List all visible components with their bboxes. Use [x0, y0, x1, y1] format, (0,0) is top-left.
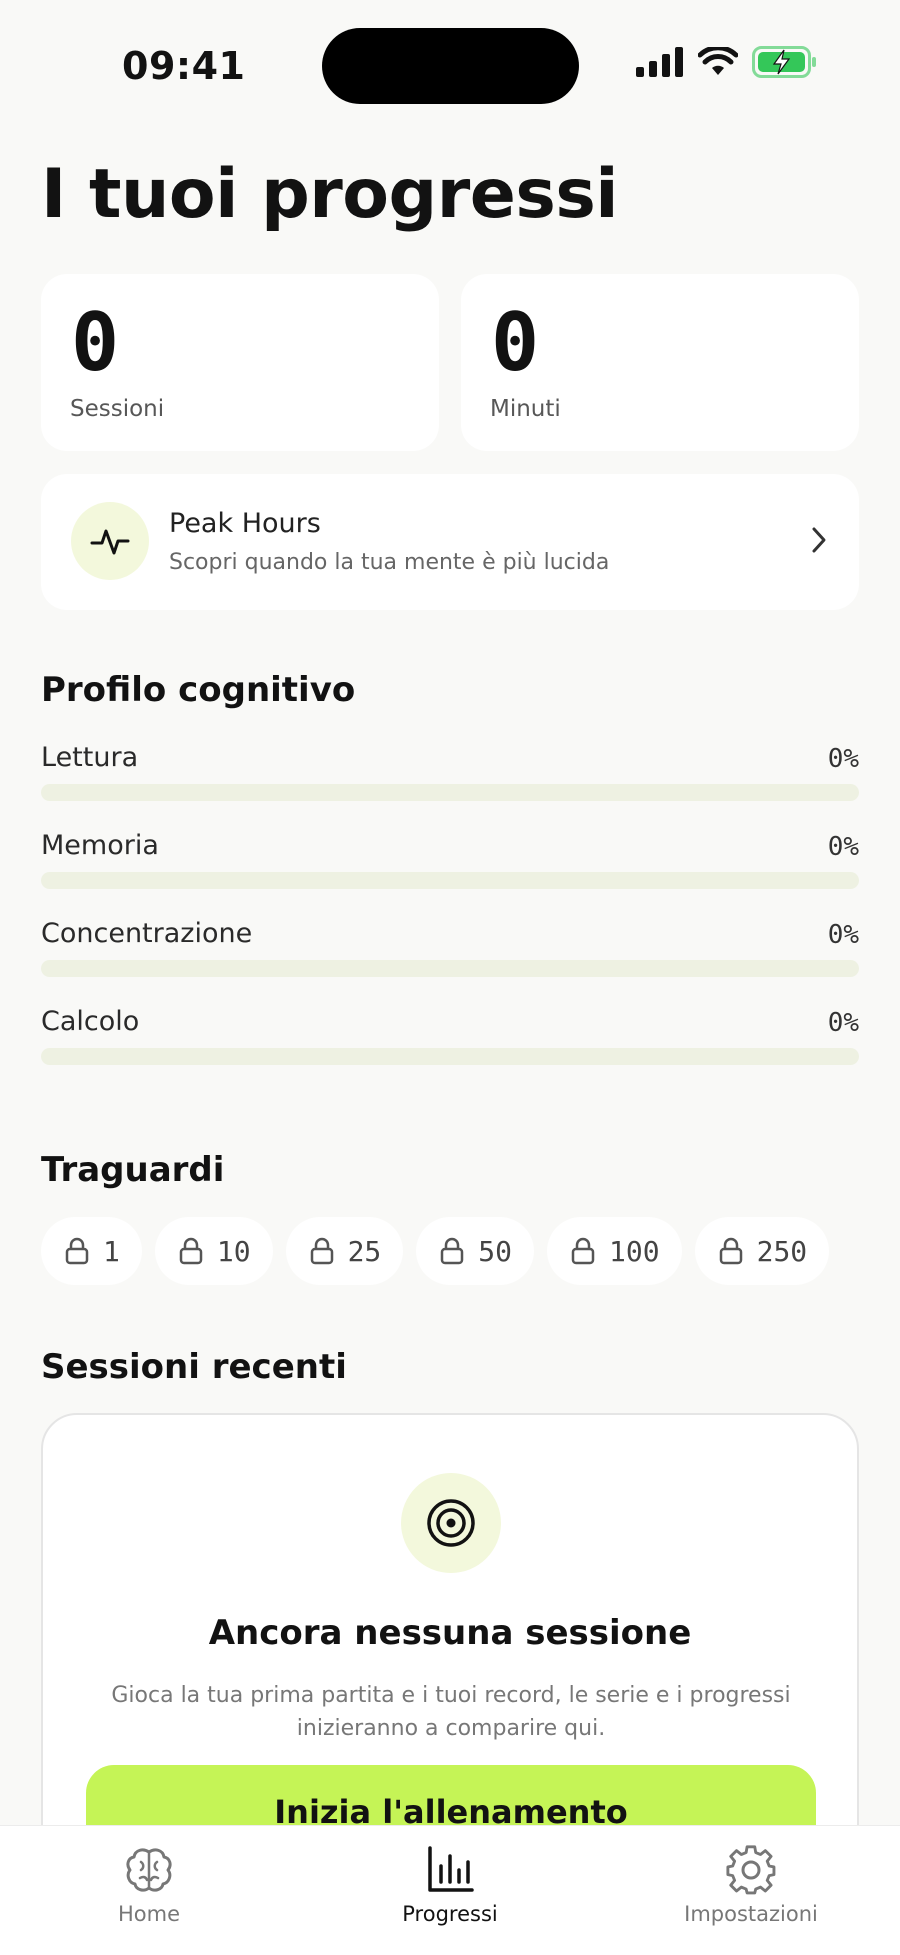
cognitive-label: Memoria: [41, 830, 159, 861]
recent-sessions-title: Sessioni recenti: [41, 1347, 347, 1387]
tab-settings[interactable]: Impostazioni: [651, 1844, 851, 1926]
milestone-badge[interactable]: 1: [41, 1217, 142, 1285]
bar-chart-icon: [428, 1846, 474, 1892]
milestones-title: Traguardi: [41, 1150, 225, 1190]
status-time: 09:41: [122, 44, 246, 88]
milestone-badge[interactable]: 10: [154, 1217, 273, 1285]
cognitive-row-concentration: Concentrazione 0%: [41, 918, 859, 988]
peak-hours-card[interactable]: Peak Hours Scopri quando la tua mente è …: [41, 474, 859, 610]
tab-bar: Home Progressi Impostazioni: [0, 1825, 900, 1955]
cognitive-label: Calcolo: [41, 1006, 140, 1037]
status-icons: [636, 46, 818, 78]
tab-home[interactable]: Home: [49, 1844, 249, 1926]
cognitive-value: 0%: [827, 920, 859, 950]
progress-track: [41, 960, 859, 977]
lock-icon: [65, 1237, 89, 1265]
tab-label: Impostazioni: [684, 1902, 818, 1926]
progress-track: [41, 1048, 859, 1065]
cognitive-value: 0%: [827, 744, 859, 774]
brain-icon: [126, 1848, 172, 1892]
dynamic-island: [322, 28, 579, 104]
cognitive-row-memory: Memoria 0%: [41, 830, 859, 900]
cognitive-label: Lettura: [41, 742, 139, 773]
progress-track: [41, 872, 859, 889]
cognitive-row-calculation: Calcolo 0%: [41, 1006, 859, 1076]
progress-track: [41, 784, 859, 801]
cognitive-label: Concentrazione: [41, 918, 253, 949]
cognitive-value: 0%: [827, 832, 859, 862]
sessions-stat-card: 0 Sessioni: [41, 274, 439, 451]
empty-state-description: Gioca la tua prima partita e i tuoi reco…: [111, 1683, 791, 1741]
milestone-value: 100: [609, 1234, 660, 1268]
sessions-label: Sessioni: [70, 396, 165, 422]
milestone-badge[interactable]: 100: [547, 1217, 682, 1285]
milestone-badge[interactable]: 25: [285, 1217, 404, 1285]
cognitive-profile-title: Profilo cognitivo: [41, 670, 356, 710]
peak-hours-icon-badge: [71, 502, 149, 580]
tab-label: Progressi: [402, 1902, 498, 1926]
tab-progress[interactable]: Progressi: [350, 1844, 550, 1926]
cognitive-row-reading: Lettura 0%: [41, 742, 859, 812]
milestones-list: 1 10 25 50 100 250: [41, 1217, 830, 1285]
chevron-right-icon: [812, 527, 826, 553]
lock-icon: [179, 1237, 203, 1265]
cognitive-value: 0%: [827, 1008, 859, 1038]
peak-hours-title: Peak Hours: [169, 508, 321, 539]
tab-label: Home: [117, 1902, 180, 1926]
minutes-count: 0: [491, 296, 540, 389]
sessions-count: 0: [71, 296, 120, 389]
activity-icon: [90, 529, 130, 555]
milestone-value: 50: [478, 1234, 513, 1268]
empty-state-title: Ancora nessuna sessione: [208, 1613, 692, 1653]
milestone-badge[interactable]: 250: [694, 1217, 830, 1285]
status-bar: 09:41: [0, 0, 900, 130]
wifi-icon: [698, 47, 738, 75]
minutes-label: Minuti: [490, 396, 561, 422]
battery-icon: [752, 46, 816, 78]
milestone-value: 25: [347, 1234, 382, 1268]
target-icon: [427, 1499, 475, 1547]
lock-icon: [571, 1237, 595, 1265]
page-title: I tuoi progressi: [41, 155, 619, 234]
minutes-stat-card: 0 Minuti: [461, 274, 859, 451]
lock-icon: [310, 1237, 333, 1265]
lock-icon: [719, 1237, 742, 1265]
milestone-value: 250: [756, 1234, 808, 1268]
milestone-value: 1: [103, 1234, 120, 1268]
milestone-badge[interactable]: 50: [416, 1217, 535, 1285]
milestone-value: 10: [216, 1234, 251, 1268]
target-icon-badge: [401, 1473, 501, 1573]
lock-icon: [441, 1237, 464, 1265]
peak-hours-subtitle: Scopri quando la tua mente è più lucida: [169, 550, 610, 575]
signal-icon: [636, 47, 683, 77]
gear-icon: [726, 1845, 776, 1895]
